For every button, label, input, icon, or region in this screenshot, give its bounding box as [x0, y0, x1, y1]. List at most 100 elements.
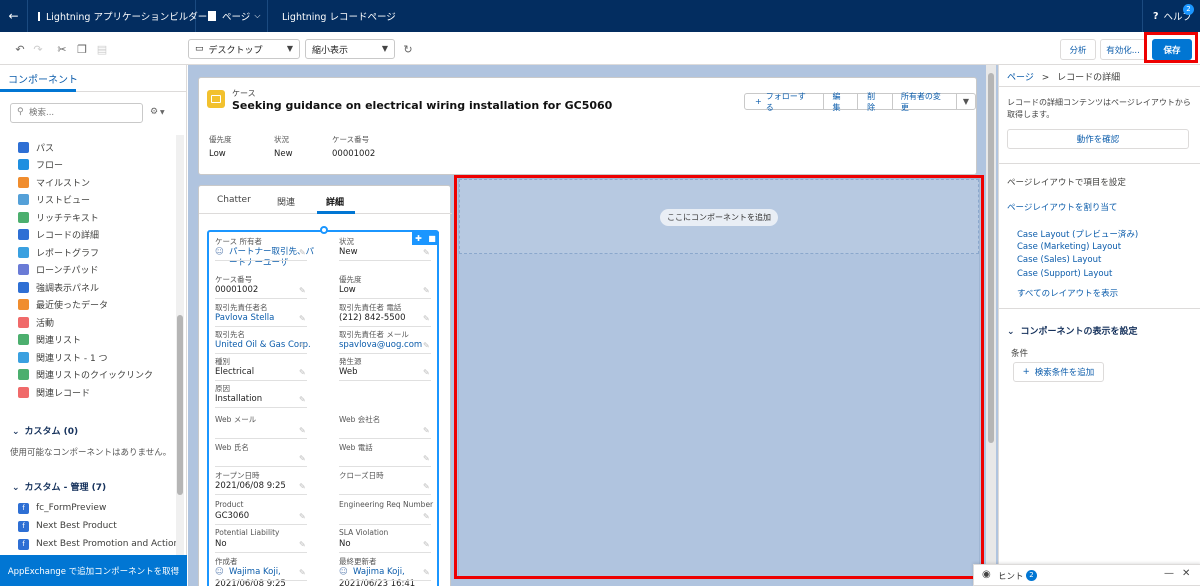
- layout-link[interactable]: Case (Support) Layout: [1017, 269, 1112, 279]
- field-value[interactable]: Wajima Koji,: [229, 567, 281, 577]
- edit-pencil-icon[interactable]: ✎: [299, 368, 306, 377]
- edit-pencil-icon[interactable]: ✎: [299, 426, 306, 435]
- component-item[interactable]: 関連リスト: [18, 332, 81, 348]
- component-search[interactable]: ⚲: [10, 103, 143, 123]
- component-item[interactable]: 関連レコード: [18, 384, 90, 400]
- scrollbar-track[interactable]: [176, 135, 184, 560]
- more-actions-button[interactable]: ▼: [957, 94, 975, 109]
- add-filter-button[interactable]: + 検索条件を追加: [1013, 362, 1104, 382]
- layout-link[interactable]: Case Layout (プレビュー済み): [1017, 228, 1138, 240]
- appexchange-button[interactable]: AppExchange で追加コンポーネントを取得: [0, 555, 187, 586]
- cut-button[interactable]: ✂: [54, 40, 70, 58]
- scrollbar-thumb[interactable]: [177, 315, 183, 495]
- edit-pencil-icon[interactable]: ✎: [299, 540, 306, 549]
- edit-pencil-icon[interactable]: ✎: [299, 341, 306, 350]
- component-item[interactable]: レコードの詳細: [18, 227, 99, 243]
- edit-pencil-icon[interactable]: ✎: [423, 286, 430, 295]
- help-menu[interactable]: ? ヘルプ 2: [1142, 0, 1200, 32]
- component-item[interactable]: ローンチパッド: [18, 262, 99, 278]
- visibility-section-header[interactable]: ⌄ コンポーネントの表示を設定: [1007, 324, 1138, 337]
- view-select[interactable]: 縮小表示 ▼: [305, 39, 395, 59]
- managed-component-item[interactable]: f Next Best Promotion and Action: [18, 536, 179, 552]
- edit-pencil-icon[interactable]: ✎: [299, 286, 306, 295]
- component-item[interactable]: リストビュー: [18, 192, 90, 208]
- canvas-scrollbar-track[interactable]: [986, 65, 996, 586]
- edit-pencil-icon[interactable]: ✎: [423, 368, 430, 377]
- delete-icon[interactable]: ■: [428, 234, 436, 243]
- edit-pencil-icon[interactable]: ✎: [423, 248, 430, 257]
- analyze-button[interactable]: 分析: [1060, 39, 1096, 60]
- component-item[interactable]: マイルストン: [18, 174, 90, 190]
- tab-chatter[interactable]: Chatter: [217, 195, 251, 205]
- edit-pencil-icon[interactable]: ✎: [299, 512, 306, 521]
- tab-related[interactable]: 関連: [277, 195, 295, 208]
- component-item[interactable]: 関連リストのクイックリンク: [18, 367, 153, 383]
- layout-link[interactable]: Case (Sales) Layout: [1017, 255, 1101, 265]
- edit-pencil-icon[interactable]: ✎: [299, 482, 306, 491]
- edit-pencil-icon[interactable]: ✎: [423, 540, 430, 549]
- paste-button[interactable]: ▤: [94, 40, 110, 58]
- hint-bar[interactable]: ◉ ヒント 2 — ✕: [973, 564, 1200, 586]
- field-value[interactable]: United Oil & Gas Corp.: [215, 340, 311, 350]
- assign-layout-link[interactable]: ページレイアウトを割り当て: [1007, 201, 1117, 213]
- edit-pencil-icon[interactable]: ✎: [299, 314, 306, 323]
- detail-tabs-card[interactable]: Chatter 関連 詳細 ✚ ■ ケース 所有者 パートナー取引先、パートナーユ…: [198, 185, 452, 586]
- page-menu[interactable]: ページ ⌵: [196, 0, 268, 32]
- copy-button[interactable]: ❐: [74, 40, 90, 58]
- edit-pencil-icon[interactable]: ✎: [423, 512, 430, 521]
- refresh-button[interactable]: ↻: [400, 40, 416, 58]
- add-component-pill[interactable]: ここにコンポーネントを追加: [660, 209, 778, 226]
- settings-menu[interactable]: ⚙ ▼: [150, 107, 165, 117]
- edit-pencil-icon[interactable]: ✎: [299, 568, 306, 577]
- edit-pencil-icon[interactable]: ✎: [299, 395, 306, 404]
- component-item[interactable]: フロー: [18, 157, 63, 173]
- edit-pencil-icon[interactable]: ✎: [423, 426, 430, 435]
- redo-button[interactable]: ↷: [30, 40, 46, 58]
- tab-details[interactable]: 詳細: [326, 195, 344, 208]
- edit-pencil-icon[interactable]: ✎: [423, 482, 430, 491]
- follow-button[interactable]: + フォローする: [745, 92, 824, 112]
- search-input[interactable]: [29, 106, 137, 120]
- edit-pencil-icon[interactable]: ✎: [423, 314, 430, 323]
- device-select[interactable]: ▭ デスクトップ ▼: [188, 39, 300, 59]
- edit-pencil-icon[interactable]: ✎: [423, 454, 430, 463]
- component-item[interactable]: 最近使ったデータ: [18, 297, 108, 313]
- tab-components[interactable]: コンポーネント: [8, 71, 78, 86]
- component-item[interactable]: 強調表示パネル: [18, 279, 99, 295]
- close-icon[interactable]: ✕: [1182, 568, 1190, 579]
- field-value[interactable]: Pavlova Stella: [215, 313, 274, 323]
- drop-zone[interactable]: ここにコンポーネントを追加: [458, 178, 980, 578]
- edit-button[interactable]: 編集: [824, 92, 859, 112]
- field-value[interactable]: Wajima Koji,: [353, 567, 405, 577]
- edit-pencil-icon[interactable]: ✎: [423, 341, 430, 350]
- field-value[interactable]: パートナー取引先、パートナーユーザ: [229, 247, 321, 269]
- managed-component-item[interactable]: f Next Best Product: [18, 518, 117, 534]
- breadcrumb-page[interactable]: ページ: [1007, 73, 1034, 83]
- edit-pencil-icon[interactable]: ✎: [299, 454, 306, 463]
- managed-section-header[interactable]: ⌄ カスタム - 管理 (7): [12, 480, 106, 493]
- move-icon[interactable]: ✚: [415, 234, 422, 243]
- save-button[interactable]: 保存: [1152, 39, 1192, 60]
- field-value[interactable]: spavlova@uog.com: [339, 340, 422, 350]
- resize-handle[interactable]: [320, 226, 328, 234]
- component-item[interactable]: リッチテキスト: [18, 209, 99, 225]
- change-owner-button[interactable]: 所有者の変更: [893, 92, 957, 112]
- component-item[interactable]: パス: [18, 139, 54, 155]
- activate-button[interactable]: 有効化...: [1100, 39, 1146, 60]
- layout-link[interactable]: Case (Marketing) Layout: [1017, 242, 1121, 252]
- undo-button[interactable]: ↶: [12, 40, 28, 58]
- record-detail-component[interactable]: ✚ ■ ケース 所有者 パートナー取引先、パートナーユーザ ☺ ✎ ケース番号 00001…: [207, 226, 439, 586]
- component-item[interactable]: 関連リスト - 1 つ: [18, 349, 108, 365]
- minimize-icon[interactable]: —: [1164, 568, 1174, 579]
- edit-pencil-icon[interactable]: ✎: [423, 568, 430, 577]
- component-item[interactable]: 活動: [18, 314, 54, 330]
- view-all-layouts-link[interactable]: すべてのレイアウトを表示: [1017, 287, 1118, 299]
- delete-button[interactable]: 削除: [858, 92, 893, 112]
- confirm-button[interactable]: 動作を確認: [1007, 129, 1189, 149]
- back-button[interactable]: ←: [0, 0, 28, 32]
- managed-component-item[interactable]: f fc_FormPreview: [18, 500, 106, 516]
- edit-pencil-icon[interactable]: ✎: [299, 248, 306, 257]
- component-item[interactable]: レポートグラフ: [18, 244, 99, 260]
- canvas-scrollbar-thumb[interactable]: [988, 73, 994, 443]
- custom-section-header[interactable]: ⌄ カスタム (0): [12, 424, 78, 437]
